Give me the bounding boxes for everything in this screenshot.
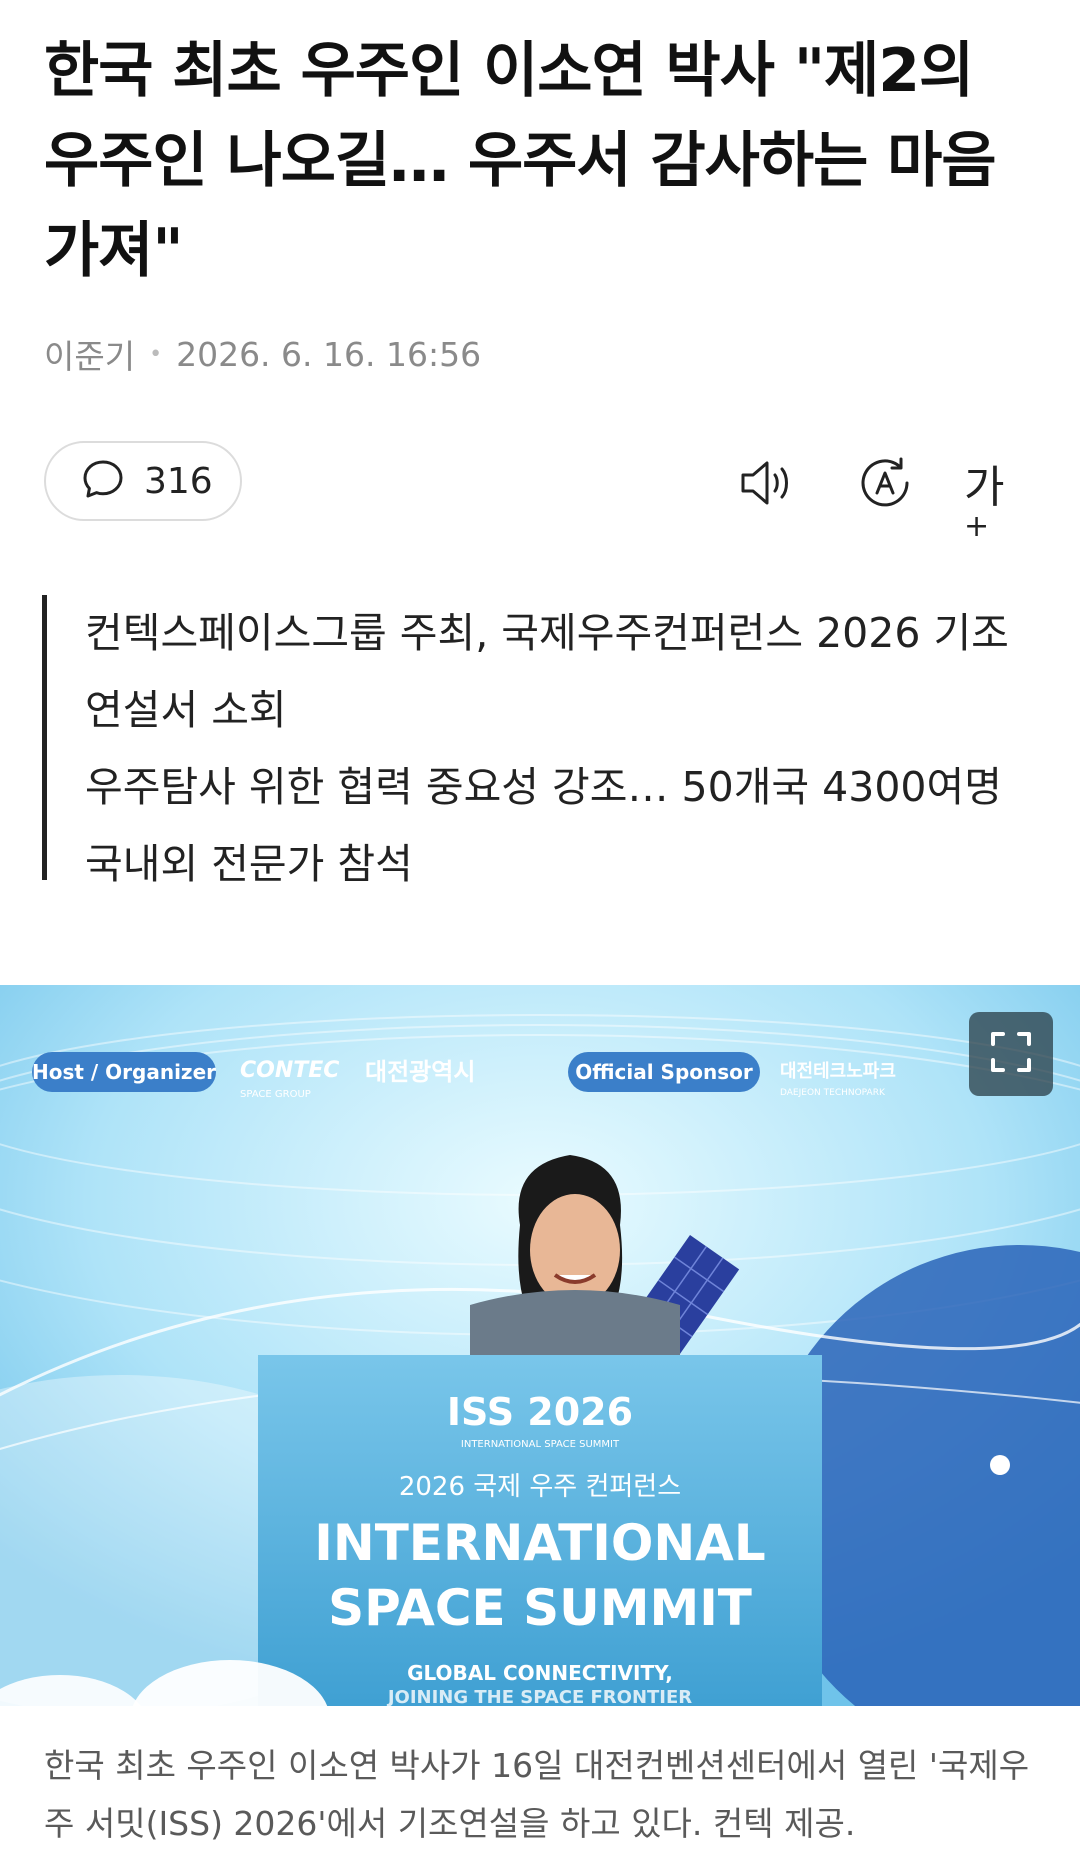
font-size-icon[interactable]: 가+	[964, 451, 1024, 569]
font-size-label: 가	[964, 462, 1005, 513]
podium-title-line1: INTERNATIONAL	[314, 1514, 766, 1572]
podium-tagline1: GLOBAL CONNECTIVITY,	[407, 1661, 673, 1685]
speaker-icon[interactable]	[733, 449, 801, 517]
banner-techno-sub: DAEJEON TECHNOPARK	[780, 1088, 886, 1098]
font-size-plus: +	[964, 509, 990, 544]
podium-logo: ISS 2026	[447, 1390, 633, 1434]
photo-illustration: Host / Organizer CONTEC SPACE GROUP 대전광역…	[0, 985, 1080, 1706]
banner-contec-logo: CONTEC	[240, 1058, 339, 1083]
podium-tagline2: JOINING THE SPACE FRONTIER	[386, 1687, 692, 1706]
publish-datetime: 2026. 6. 16. 16:56	[176, 334, 482, 374]
summary-line: 우주탐사 위한 협력 중요성 강조… 50개국 4300여명 국내외 전문가 참…	[85, 763, 1002, 888]
banner-contec-sub: SPACE GROUP	[240, 1089, 311, 1100]
byline-separator: •	[149, 341, 163, 367]
comment-icon	[80, 456, 126, 506]
banner-daejeon-logo: 대전광역시	[365, 1058, 475, 1086]
author-name[interactable]: 이준기	[44, 330, 135, 378]
byline: 이준기 • 2026. 6. 16. 16:56	[44, 330, 481, 378]
fullscreen-icon	[987, 1028, 1035, 1080]
comment-count: 316	[144, 460, 213, 502]
podium-logo-sub: INTERNATIONAL SPACE SUMMIT	[461, 1439, 620, 1450]
photo-caption: 한국 최초 우주인 이소연 박사가 16일 대전컨벤션센터에서 열린 '국제우주…	[44, 1746, 1030, 1843]
article-photo[interactable]: Host / Organizer CONTEC SPACE GROUP 대전광역…	[0, 985, 1080, 1706]
comment-button[interactable]: 316	[44, 441, 242, 521]
summary-line: 컨텍스페이스그룹 주최, 국제우주컨퍼런스 2026 기조연설서 소회	[85, 609, 1009, 734]
article-summary: 컨텍스페이스그룹 주최, 국제우주컨퍼런스 2026 기조연설서 소회 우주탐사…	[42, 595, 1042, 888]
podium-title-line2: SPACE SUMMIT	[328, 1579, 752, 1637]
banner-host-label: Host / Organizer	[32, 1060, 216, 1084]
expand-photo-button[interactable]	[969, 1012, 1053, 1096]
banner-sponsor-label: Official Sponsor	[575, 1060, 753, 1084]
article-headline: 한국 최초 우주인 이소연 박사 "제2의 우주인 나오길… 우주서 감사하는 …	[44, 36, 997, 286]
article-toolbar: 316 가+	[44, 441, 1024, 544]
translate-icon[interactable]	[851, 449, 919, 517]
banner-techno-logo: 대전테크노파크	[780, 1061, 896, 1082]
podium-korean-title: 2026 국제 우주 컨퍼런스	[399, 1472, 681, 1502]
